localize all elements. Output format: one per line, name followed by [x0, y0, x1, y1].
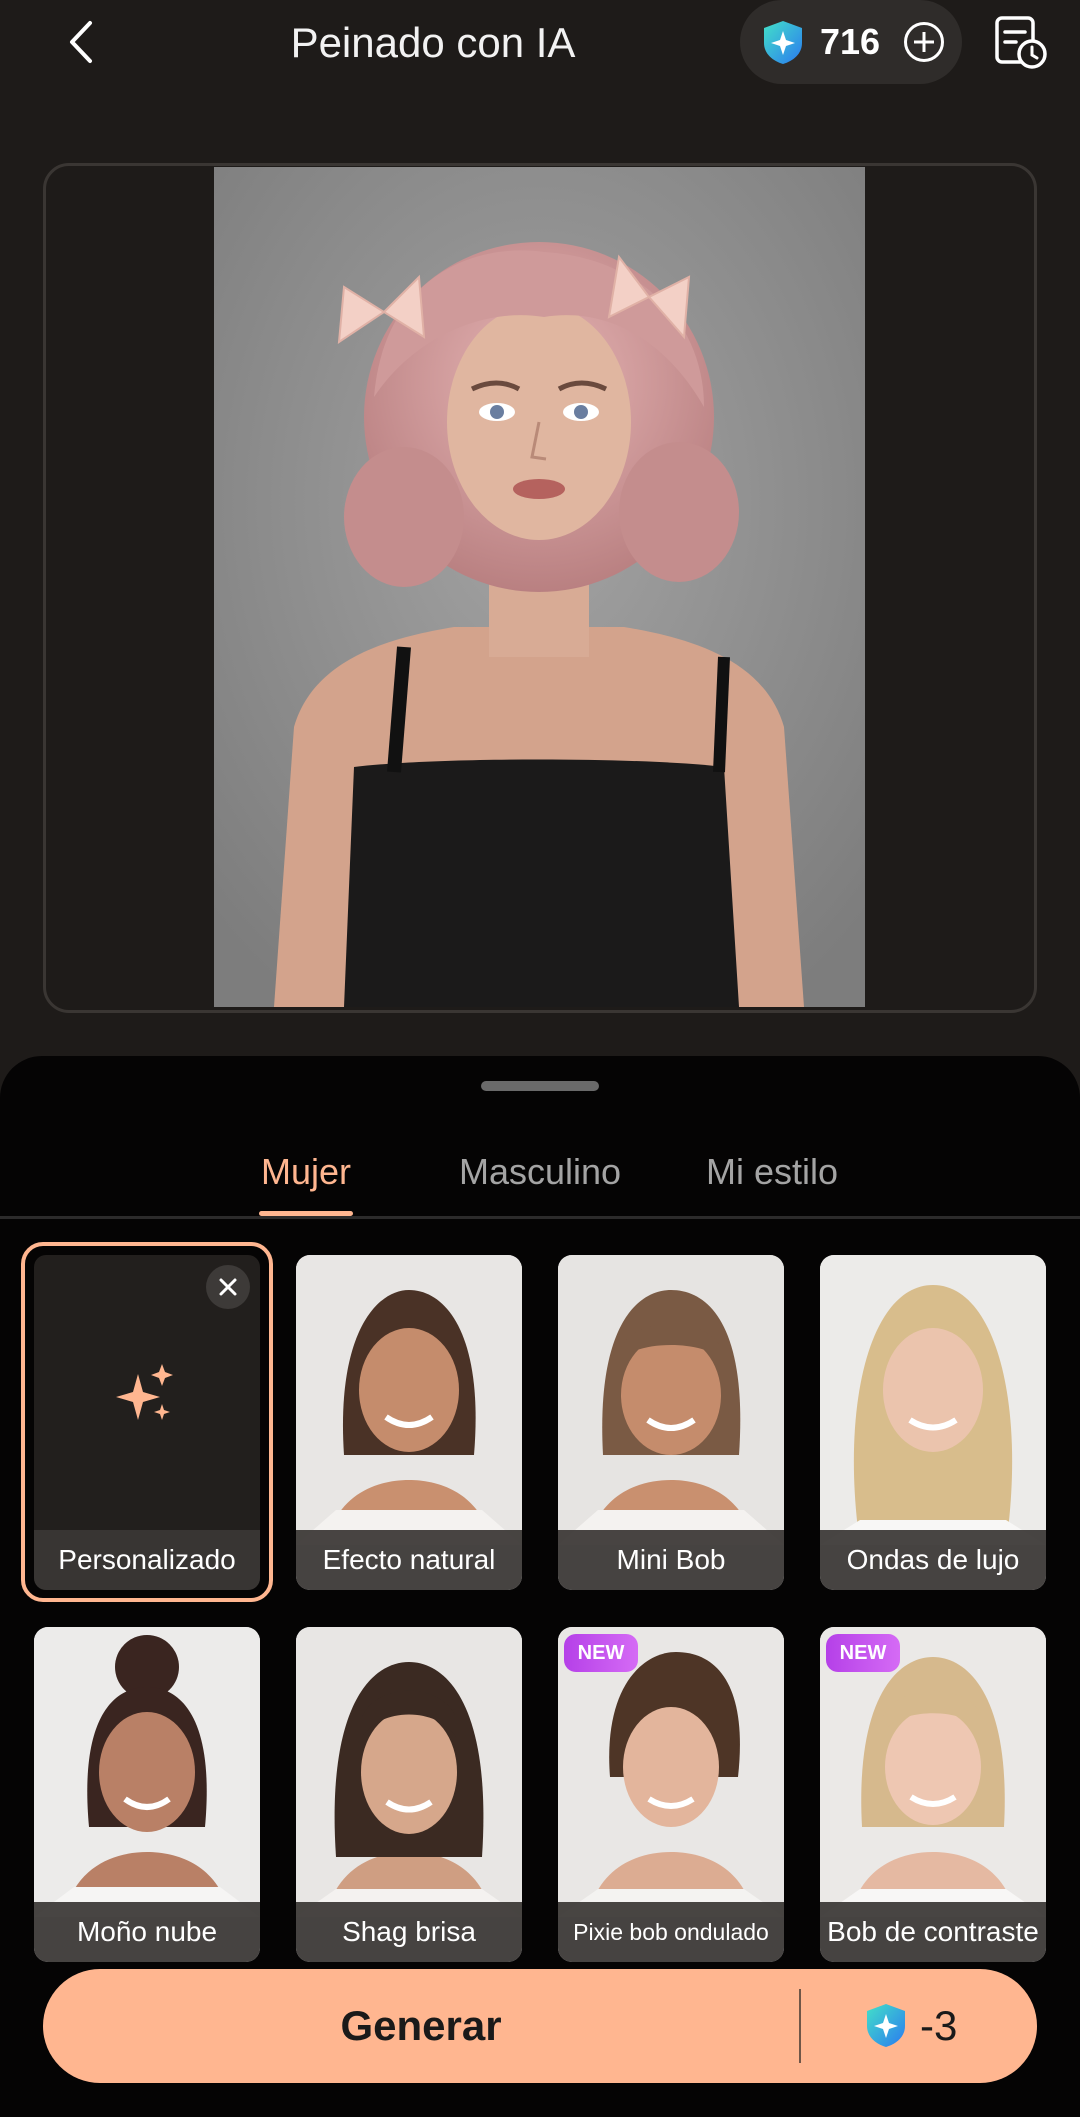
history-icon[interactable] [992, 14, 1048, 70]
divider [799, 1989, 801, 2063]
credits-count: 716 [820, 21, 881, 62]
style-thumbnail [558, 1255, 784, 1545]
tabs-divider [0, 1216, 1080, 1219]
style-thumbnail [296, 1255, 522, 1545]
style-label: Bob de contraste [820, 1902, 1046, 1962]
style-label: Personalizado [34, 1530, 260, 1590]
style-label: Moño nube [34, 1902, 260, 1962]
tab-masculino[interactable]: Masculino [440, 1136, 640, 1208]
page-title: Peinado con IA [290, 19, 576, 66]
style-card[interactable]: NEW Pixie bob ondulado [558, 1627, 784, 1962]
sparkle-icon [116, 1364, 173, 1420]
style-label: Mini Bob [558, 1530, 784, 1590]
style-card[interactable]: Shag brisa [296, 1627, 522, 1962]
credit-shield-icon [764, 21, 802, 64]
sheet-handle[interactable] [481, 1081, 599, 1091]
style-thumbnail [296, 1627, 522, 1917]
tab-bar: Mujer Masculino Mi estilo [0, 1136, 1080, 1218]
top-bar: Peinado con IA 716 [0, 0, 1080, 90]
style-card[interactable]: NEW Bob de contraste [820, 1627, 1046, 1962]
style-thumbnail [34, 1627, 260, 1917]
style-label: Ondas de lujo [820, 1530, 1046, 1590]
style-thumbnail [820, 1255, 1046, 1545]
tab-mujer[interactable]: Mujer [245, 1136, 367, 1208]
style-card[interactable]: Ondas de lujo [820, 1255, 1046, 1590]
style-card[interactable]: Efecto natural [296, 1255, 522, 1590]
style-card[interactable]: Moño nube [34, 1627, 260, 1962]
preview-photo [214, 167, 865, 1007]
style-label: Efecto natural [296, 1530, 522, 1590]
new-badge: NEW [564, 1634, 638, 1672]
style-card-custom[interactable]: Personalizado [34, 1255, 260, 1590]
credit-cost: -3 [920, 2002, 958, 2049]
portrait-image [214, 167, 865, 1007]
generate-label: Generar [340, 2002, 502, 2049]
style-label: Shag brisa [296, 1902, 522, 1962]
style-card[interactable]: Mini Bob [558, 1255, 784, 1590]
credits-pill[interactable]: 716 [740, 0, 962, 84]
new-badge: NEW [826, 1634, 900, 1672]
close-icon[interactable] [206, 1265, 250, 1309]
tab-mi-estilo[interactable]: Mi estilo [690, 1136, 854, 1208]
credit-shield-icon [867, 2004, 905, 2047]
generate-button[interactable]: Generar -3 [43, 1969, 1037, 2083]
style-label: Pixie bob ondulado [558, 1902, 784, 1962]
add-credits-icon[interactable] [904, 22, 944, 62]
